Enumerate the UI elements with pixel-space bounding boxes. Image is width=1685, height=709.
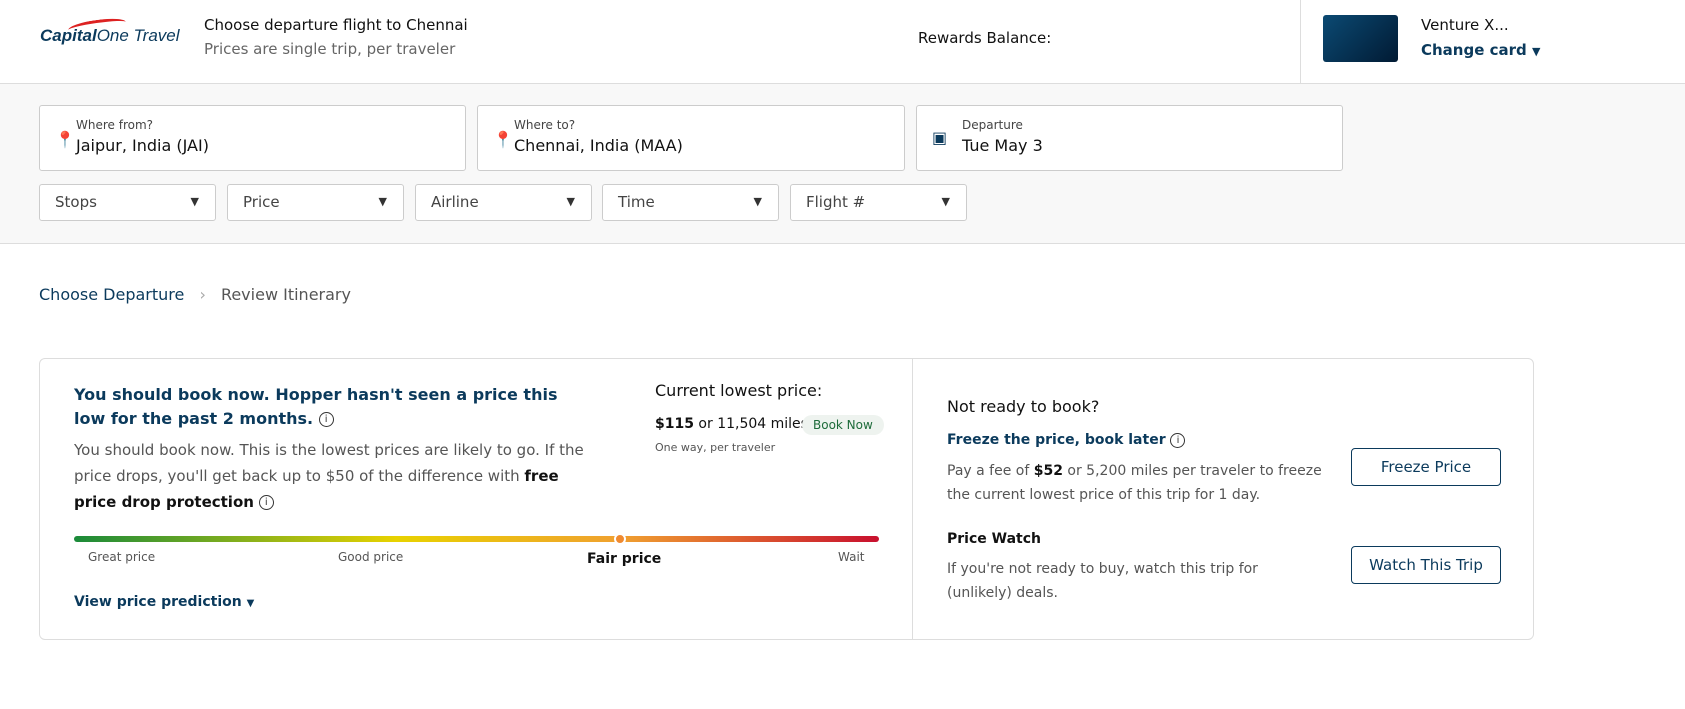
caret-down-icon: ▼ [753, 195, 762, 208]
rewards-balance-label: Rewards Balance: [918, 29, 1052, 47]
price-watch-description: If you're not ready to buy, watch this t… [947, 561, 1258, 601]
departure-label: Departure [962, 118, 1023, 132]
price-dollars: $115 [655, 416, 694, 432]
where-to-label: Where to? [514, 118, 576, 132]
calendar-icon: ▣ [932, 128, 948, 147]
book-now-badge: Book Now [802, 415, 884, 435]
chevron-right-icon: › [199, 285, 206, 304]
breadcrumb-review-itinerary: Review Itinerary [220, 285, 351, 304]
credit-card-image [1323, 15, 1398, 62]
departure-value: Tue May 3 [962, 136, 1043, 155]
freeze-fee: $52 [1033, 463, 1063, 479]
freeze-price-button[interactable]: Freeze Price [1351, 448, 1501, 486]
price-miles: or 11,504 miles [693, 416, 808, 432]
price-scale-bar [74, 536, 879, 542]
filter-label: Airline [431, 193, 479, 211]
current-lowest-price-label: Current lowest price: [655, 381, 823, 400]
time-filter[interactable]: Time ▼ [602, 184, 779, 221]
caret-down-icon: ▼ [566, 195, 575, 208]
view-prediction-label: View price prediction [74, 594, 242, 610]
divider [912, 359, 913, 639]
per-traveler-note: One way, per traveler [655, 441, 776, 454]
freeze-title-text: Freeze the price, book later [947, 432, 1166, 448]
page-subtitle: Prices are single trip, per traveler [204, 40, 456, 58]
info-icon[interactable]: i [258, 495, 274, 510]
filter-label: Flight # [806, 193, 866, 211]
info-icon[interactable]: i [318, 412, 334, 427]
not-ready-title: Not ready to book? [947, 397, 1100, 416]
filter-label: Stops [55, 193, 97, 211]
scale-great-price: Great price [88, 550, 156, 564]
caret-down-icon: ▼ [941, 195, 950, 208]
prediction-headline: You should book now. Hopper hasn't seen … [74, 383, 594, 431]
stops-filter[interactable]: Stops ▼ [39, 184, 216, 221]
where-to-value: Chennai, India (MAA) [514, 136, 683, 155]
departure-date-field[interactable]: ▣ Departure Tue May 3 [916, 105, 1343, 171]
scale-fair-price: Fair price [587, 551, 662, 567]
price-position-marker [614, 533, 627, 545]
prediction-description: You should book now. This is the lowest … [74, 437, 594, 515]
airline-filter[interactable]: Airline ▼ [415, 184, 592, 221]
caret-down-icon: ▼ [246, 598, 255, 609]
page-title: Choose departure flight to Chennai [204, 16, 468, 34]
headline-text: You should book now. Hopper hasn't seen … [74, 385, 558, 428]
price-prediction-panel: You should book now. Hopper hasn't seen … [39, 358, 1534, 640]
price-watch-title: Price Watch [947, 531, 1041, 547]
freeze-title: Freeze the price, book later i [947, 432, 1186, 448]
view-price-prediction-button[interactable]: View price prediction ▼ [74, 594, 254, 610]
description-text: You should book now. This is the lowest … [74, 441, 584, 485]
flight-number-filter[interactable]: Flight # ▼ [790, 184, 967, 221]
scale-wait: Wait [838, 550, 865, 564]
where-from-label: Where from? [76, 118, 154, 132]
filter-label: Price [243, 193, 280, 211]
location-pin-icon: 📍 [55, 130, 75, 149]
where-from-value: Jaipur, India (JAI) [76, 136, 209, 155]
where-from-field[interactable]: 📍 Where from? Jaipur, India (JAI) [39, 105, 466, 171]
caret-down-icon: ▼ [190, 195, 199, 208]
search-bar: 📍 Where from? Jaipur, India (JAI) 📍 Wher… [0, 84, 1685, 244]
breadcrumb-choose-departure[interactable]: Choose Departure [39, 285, 184, 304]
change-card-label: Change card [1421, 41, 1527, 59]
header: CapitalOne Travel Choose departure fligh… [0, 0, 1685, 84]
breadcrumb: Choose Departure › Review Itinerary [39, 285, 361, 304]
card-name: Venture X... [1421, 16, 1509, 34]
info-icon[interactable]: i [1170, 432, 1186, 448]
freeze-description: Pay a fee of $52 or 5,200 miles per trav… [947, 459, 1327, 507]
caret-down-icon: ▼ [378, 195, 387, 208]
where-to-field[interactable]: 📍 Where to? Chennai, India (MAA) [477, 105, 905, 171]
divider [1300, 0, 1301, 84]
freeze-desc-pre: Pay a fee of [947, 463, 1034, 479]
price-filter[interactable]: Price ▼ [227, 184, 404, 221]
caret-down-icon: ▼ [1532, 45, 1541, 58]
location-pin-icon: 📍 [493, 130, 513, 149]
scale-good-price: Good price [338, 550, 404, 564]
filter-label: Time [618, 193, 655, 211]
change-card-button[interactable]: Change card ▼ [1421, 41, 1540, 59]
current-price: $115 or 11,504 miles [655, 416, 808, 432]
watch-this-trip-button[interactable]: Watch This Trip [1351, 546, 1501, 584]
capital-one-travel-logo[interactable]: CapitalOne Travel [40, 26, 180, 46]
